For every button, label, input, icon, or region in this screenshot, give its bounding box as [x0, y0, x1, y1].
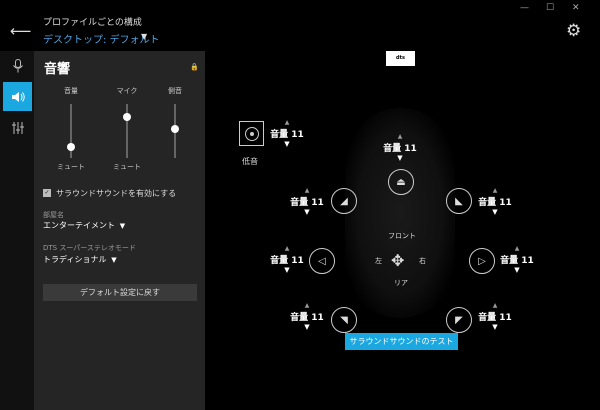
front-left-speaker-icon[interactable]: ◢ [331, 188, 357, 214]
volume-label: 音量 11 [383, 144, 417, 154]
microphone-icon[interactable] [3, 51, 32, 80]
slider-label-sidetone: 側音 [168, 87, 182, 95]
volume-up-arrow[interactable]: ▲ [270, 119, 304, 126]
dts-mode-dropdown[interactable]: トラディショナル ▼ [43, 254, 117, 265]
volume-up-arrow[interactable]: ▲ [270, 245, 304, 252]
volume-up-arrow[interactable]: ▲ [478, 302, 512, 309]
slider-label-mic: マイク [116, 87, 138, 95]
volume-down-arrow[interactable]: ▼ [290, 323, 324, 331]
chevron-down-icon[interactable]: ▼ [141, 32, 147, 41]
close-button[interactable]: ✕ [572, 3, 580, 13]
volume-down-arrow[interactable]: ▼ [500, 266, 534, 274]
gear-icon[interactable]: ⚙ [566, 21, 581, 41]
volume-up-arrow[interactable]: ▲ [290, 302, 324, 309]
chevron-down-icon: ▼ [109, 256, 117, 264]
volume-down-arrow[interactable]: ▼ [383, 154, 417, 162]
volume-slider[interactable] [67, 104, 75, 158]
volume-label: 音量 11 [270, 256, 304, 266]
dts-headphone-x-logo: dts HEADPHONE X [386, 51, 421, 91]
surround-test-button[interactable]: サラウンドサウンドのテスト [345, 333, 458, 350]
volume-label: 音量 11 [290, 313, 324, 323]
volume-down-arrow[interactable]: ▼ [270, 140, 304, 148]
volume-down-arrow[interactable]: ▼ [478, 208, 512, 216]
speaker-icon[interactable] [3, 82, 32, 111]
sidetone-slider[interactable] [171, 104, 179, 158]
rear-label: リア [394, 279, 408, 287]
slider-value-volume: ミュート [57, 163, 85, 171]
room-label: 部屋名 [43, 211, 64, 219]
dts-mode-value: トラディショナル [43, 255, 107, 264]
volume-label: 音量 11 [500, 256, 534, 266]
room-value: エンターテイメント [43, 221, 115, 230]
volume-up-arrow[interactable]: ▲ [290, 187, 324, 194]
volume-down-arrow[interactable]: ▼ [290, 208, 324, 216]
volume-down-arrow[interactable]: ▼ [478, 323, 512, 331]
volume-up-arrow[interactable]: ▲ [383, 133, 417, 140]
volume-label: 音量 11 [478, 313, 512, 323]
right-label: 右 [419, 257, 426, 265]
front-label: フロント [388, 232, 416, 240]
subwoofer-label: 低音 [242, 157, 258, 166]
move-arrows-icon[interactable]: ✥ [391, 251, 404, 270]
subwoofer-icon[interactable] [239, 121, 264, 146]
volume-label: 音量 11 [290, 198, 324, 208]
left-label: 左 [375, 257, 382, 265]
rear-left-speaker-icon[interactable]: ◥ [331, 307, 357, 333]
minimize-button[interactable]: — [520, 3, 529, 13]
volume-down-arrow[interactable]: ▼ [270, 266, 304, 274]
volume-label: 音量 11 [270, 130, 304, 140]
panel-title: 音響 [44, 62, 71, 77]
side-right-speaker-icon[interactable]: ▷ [469, 248, 495, 274]
front-right-speaker-icon[interactable]: ◣ [446, 188, 472, 214]
surround-checkbox-label: サラウンドサウンドを有効にする [56, 189, 177, 198]
slider-value-mic: ミュート [113, 163, 141, 171]
back-arrow-icon[interactable]: ⟵ [10, 22, 32, 40]
room-dropdown[interactable]: エンターテイメント ▼ [43, 220, 125, 231]
slider-knob[interactable] [171, 124, 179, 133]
mic-slider[interactable] [123, 104, 131, 158]
side-left-speaker-icon[interactable]: ◁ [309, 248, 335, 274]
volume-label: 音量 11 [478, 198, 512, 208]
equalizer-icon[interactable] [3, 113, 32, 142]
reset-defaults-button[interactable]: デフォルト設定に戻す [43, 284, 197, 301]
slider-label-volume: 音量 [64, 87, 78, 95]
volume-up-arrow[interactable]: ▲ [500, 245, 534, 252]
surround-checkbox[interactable]: ✓ [43, 189, 51, 197]
volume-up-arrow[interactable]: ▲ [478, 187, 512, 194]
rear-right-speaker-icon[interactable]: ◤ [446, 307, 472, 333]
dts-mode-label: DTS スーパーステレオモード [43, 244, 136, 252]
chevron-down-icon: ▼ [117, 222, 126, 230]
header-subtitle: プロファイルごとの構成 [43, 18, 142, 28]
lock-icon[interactable]: 🔒 [190, 63, 199, 71]
maximize-button[interactable]: ☐ [546, 3, 554, 13]
center-speaker-icon[interactable]: ⏏ [388, 169, 414, 195]
